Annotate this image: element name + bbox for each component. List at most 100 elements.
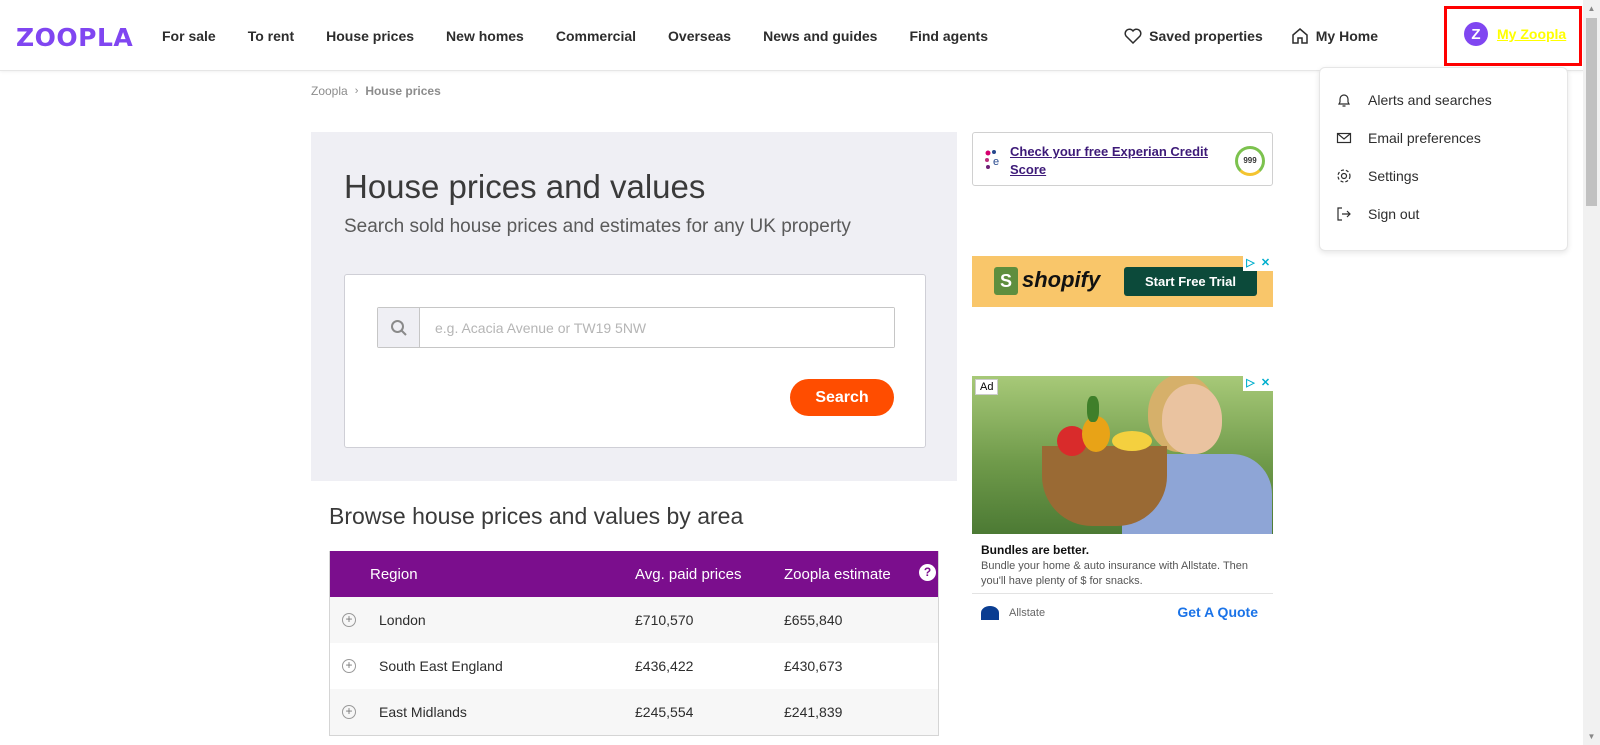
- my-zoopla-avatar: Z: [1464, 22, 1488, 46]
- nav-news-and-guides[interactable]: News and guides: [763, 28, 877, 44]
- breadcrumb-root[interactable]: Zoopla: [311, 84, 348, 98]
- ad-photo-woman-fruit-basket[interactable]: Ad ▷ ✕: [972, 376, 1273, 534]
- shopify-banner-ad[interactable]: S shopify Start Free Trial ▷ ✕: [972, 256, 1273, 307]
- expand-plus-icon[interactable]: +: [342, 659, 356, 673]
- dropdown-sign-out[interactable]: Sign out: [1336, 206, 1419, 222]
- ad-label: Ad: [975, 379, 999, 395]
- adchoices-icon[interactable]: ▷: [1243, 256, 1258, 271]
- site-header: ZOOPLA For sale To rent House prices New…: [0, 0, 1584, 71]
- zoopla-estimate: £655,840: [784, 612, 843, 628]
- chevron-right-icon: ›: [354, 85, 359, 97]
- shopify-bag-icon: S: [994, 267, 1018, 295]
- dropdown-label: Settings: [1368, 168, 1419, 184]
- experian-credit-score-link[interactable]: Check your free Experian Credit Score: [1010, 143, 1232, 179]
- page-subtitle: Search sold house prices and estimates f…: [344, 216, 851, 237]
- house-prices-hero: House prices and values Search sold hous…: [311, 132, 957, 481]
- region-name[interactable]: London: [379, 612, 426, 628]
- dropdown-label: Alerts and searches: [1368, 92, 1492, 108]
- breadcrumb: Zoopla › House prices: [311, 84, 441, 98]
- avg-paid-price: £710,570: [635, 612, 694, 628]
- ad-photo-fruit: [1082, 416, 1110, 452]
- nav-find-agents[interactable]: Find agents: [909, 28, 988, 44]
- shopify-wordmark: shopify: [1022, 267, 1101, 292]
- search-button[interactable]: Search: [790, 379, 894, 416]
- dropdown-label: Email preferences: [1368, 130, 1481, 146]
- ad-close-icon[interactable]: ✕: [1258, 256, 1273, 271]
- ad-body-text: Bundle your home & auto insurance with A…: [981, 560, 1249, 587]
- my-zoopla-link[interactable]: Z My Zoopla: [1464, 22, 1566, 46]
- search-icon: [378, 308, 420, 347]
- bell-icon: [1338, 94, 1350, 107]
- my-home-label: My Home: [1315, 27, 1378, 44]
- adchoices-icon[interactable]: ▷: [1243, 376, 1258, 391]
- dropdown-email-preferences[interactable]: Email preferences: [1336, 130, 1481, 146]
- breadcrumb-current: House prices: [365, 84, 441, 98]
- region-name[interactable]: South East England: [379, 658, 503, 674]
- avg-paid-price: £245,554: [635, 704, 694, 720]
- svg-text:e: e: [993, 156, 999, 168]
- table-row[interactable]: + London £710,570 £655,840: [330, 597, 938, 643]
- scroll-thumb[interactable]: [1586, 18, 1597, 206]
- ad-brand-name: Allstate: [1009, 607, 1046, 619]
- nav-new-homes[interactable]: New homes: [446, 28, 524, 44]
- nav-overseas[interactable]: Overseas: [668, 28, 731, 44]
- search-field: [377, 307, 895, 348]
- vertical-scrollbar[interactable]: ▲ ▼: [1583, 0, 1600, 745]
- column-header-estimate: Zoopla estimate: [784, 566, 891, 583]
- saved-properties-link[interactable]: Saved properties: [1124, 28, 1263, 44]
- ad-photo-basket: [1042, 446, 1167, 526]
- ad-photo-fruit: [1087, 396, 1099, 422]
- region-prices-table: Region Avg. paid prices Zoopla estimate …: [329, 551, 939, 736]
- zoopla-estimate: £241,839: [784, 704, 843, 720]
- scroll-up-arrow-icon[interactable]: ▲: [1583, 0, 1600, 17]
- expand-plus-icon[interactable]: +: [342, 613, 356, 627]
- nav-for-sale[interactable]: For sale: [162, 28, 216, 44]
- expand-plus-icon[interactable]: +: [342, 705, 356, 719]
- gear-icon: [1337, 169, 1351, 183]
- nav-house-prices[interactable]: House prices: [326, 28, 414, 44]
- help-icon[interactable]: ?: [919, 564, 936, 581]
- zoopla-estimate: £430,673: [784, 658, 843, 674]
- ad-divider: [972, 593, 1273, 594]
- my-zoopla-dropdown: Alerts and searches Email preferences Se…: [1319, 67, 1568, 251]
- table-row[interactable]: + East Midlands £245,554 £241,839: [330, 689, 938, 735]
- adchoices[interactable]: ▷ ✕: [1243, 256, 1273, 271]
- ad-headline: Bundles are better.: [981, 543, 1090, 557]
- experian-logo-icon: e: [985, 150, 999, 169]
- browse-title: Browse house prices and values by area: [329, 503, 744, 529]
- dropdown-alerts-and-searches[interactable]: Alerts and searches: [1336, 92, 1492, 108]
- table-row[interactable]: + South East England £436,422 £430,673: [330, 643, 938, 689]
- allstate-hands-logo-icon: [981, 606, 999, 620]
- my-zoopla-label: My Zoopla: [1497, 26, 1567, 42]
- nav-commercial[interactable]: Commercial: [556, 28, 636, 44]
- heart-icon: [1124, 28, 1142, 44]
- ad-brand: Allstate: [981, 606, 1045, 620]
- ad-close-icon[interactable]: ✕: [1258, 376, 1273, 391]
- avg-paid-price: £436,422: [635, 658, 694, 674]
- saved-properties-label: Saved properties: [1149, 27, 1263, 44]
- dropdown-label: Sign out: [1368, 206, 1420, 222]
- ad-photo-fruit: [1112, 431, 1152, 451]
- region-name[interactable]: East Midlands: [379, 704, 467, 720]
- account-nav: Saved properties My Home: [1124, 0, 1378, 71]
- nav-to-rent[interactable]: To rent: [248, 28, 294, 44]
- column-header-avg-paid: Avg. paid prices: [635, 566, 742, 583]
- table-body: + London £710,570 £655,840 + South East …: [330, 597, 938, 735]
- allstate-display-ad[interactable]: Ad ▷ ✕ Bundles are better. Bundle your h…: [972, 376, 1273, 630]
- scroll-down-arrow-icon[interactable]: ▼: [1583, 728, 1600, 745]
- my-home-link[interactable]: My Home: [1291, 27, 1378, 45]
- credit-score-gauge-icon: 999: [1235, 146, 1265, 176]
- ad-photo-person-head: [1162, 384, 1222, 454]
- search-card: Search: [344, 274, 926, 448]
- column-header-region: Region: [370, 566, 418, 583]
- zoopla-logo[interactable]: ZOOPLA: [16, 23, 133, 52]
- dropdown-settings[interactable]: Settings: [1336, 168, 1419, 184]
- adchoices[interactable]: ▷ ✕: [1243, 376, 1273, 391]
- experian-credit-score-card[interactable]: e Check your free Experian Credit Score …: [972, 132, 1273, 186]
- main-nav: For sale To rent House prices New homes …: [162, 0, 1020, 71]
- house-icon: [1292, 27, 1308, 44]
- get-a-quote-link[interactable]: Get A Quote: [1177, 604, 1258, 620]
- sign-out-icon: [1337, 207, 1351, 221]
- start-free-trial-button[interactable]: Start Free Trial: [1124, 267, 1257, 296]
- search-input[interactable]: [420, 308, 894, 347]
